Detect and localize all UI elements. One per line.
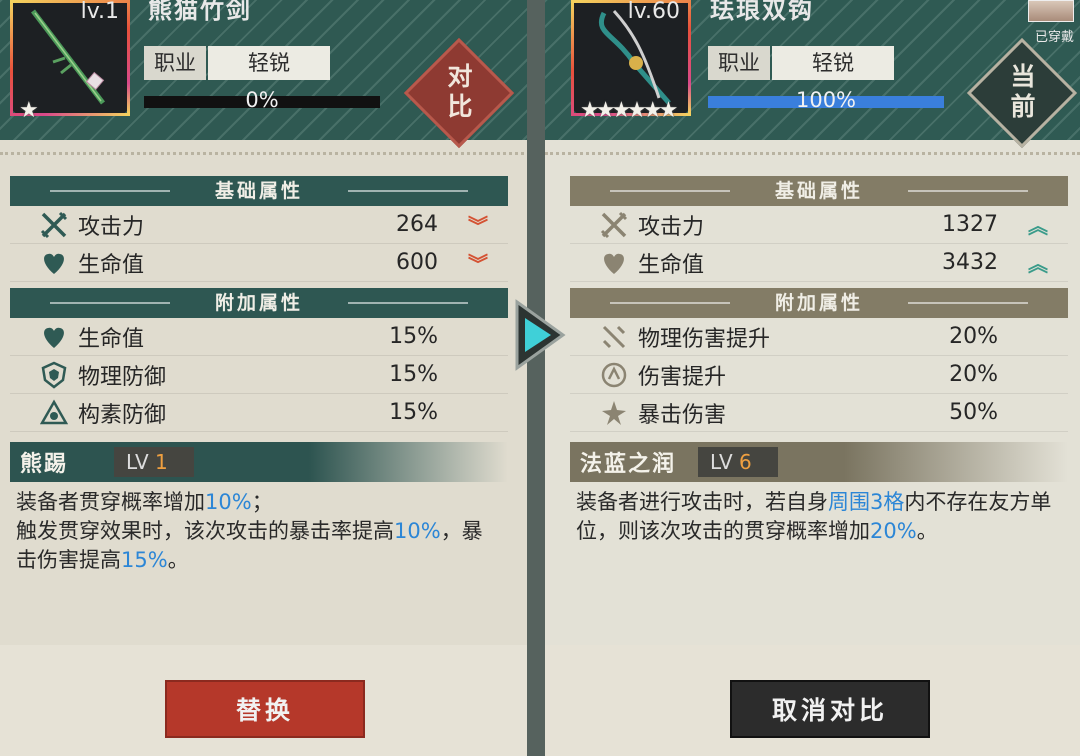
right-extra-stats: 附加属性 物理伤害提升 20% 伤害提升 20% 暴击伤害 50% (570, 288, 1068, 432)
replace-button[interactable]: 替换 (165, 680, 365, 738)
stat-value: 15% (389, 362, 438, 387)
stat-value: 50% (949, 400, 998, 425)
right-skill-name: 法蓝之润 (580, 452, 677, 477)
current-badge-label: 当前 (1010, 62, 1036, 121)
cancel-compare-button[interactable]: 取消对比 (730, 680, 930, 738)
right-extra-stat-row: 物理伤害提升 20% (570, 318, 1068, 356)
weapon-compare-screen: lv.1 ★ 熊猫竹剑 职业 轻锐 0% 对比 基础属性 攻击力 264 ︾ 生命值 6… (0, 0, 1080, 756)
left-skill-description: 装备者贯穿概率增加10%； 触发贯穿效果时，该次攻击的暴击率提高10%，暴击伤害… (16, 490, 483, 572)
right-skill-level: LV 6 (698, 447, 778, 477)
compare-badge-label: 对比 (447, 62, 473, 121)
right-weapon-panel: lv.60 ★★★★★★ 珐琅双钩 职业 轻锐 100% 已穿戴 当前 基础属性… (545, 0, 1080, 756)
left-weapon-name: 熊猫竹剑 (148, 0, 252, 24)
crit-damage-icon (602, 400, 626, 425)
stat-name: 生命值 (638, 252, 705, 278)
left-job-value: 轻锐 (208, 46, 330, 80)
right-weapon-portrait[interactable]: lv.60 ★★★★★★ (571, 0, 691, 123)
right-job-key: 职业 (708, 46, 770, 80)
left-weapon-panel: lv.1 ★ 熊猫竹剑 职业 轻锐 0% 对比 基础属性 攻击力 264 ︾ 生命值 6… (0, 0, 535, 756)
chevrons-up-icon: ︽ (1028, 214, 1048, 238)
stat-value: 1327 (942, 212, 998, 237)
left-extra-stat-row: 生命值 15% (10, 318, 508, 356)
left-stars: ★ (19, 98, 39, 123)
stat-value: 264 (396, 212, 438, 237)
left-skill: 熊踢 LV 1 装备者贯穿概率增加10%； 触发贯穿效果时，该次攻击的暴击率提高… (10, 442, 508, 575)
left-extra-stats: 附加属性 生命值 15% 物理防御 15% 构素防御 15% (10, 288, 508, 432)
right-extra-stat-row: 伤害提升 20% (570, 356, 1068, 394)
heart-icon (44, 253, 64, 274)
left-level: lv.1 (80, 0, 119, 24)
right-extra-header: 附加属性 (570, 288, 1068, 318)
stat-name: 物理防御 (78, 364, 167, 390)
right-skill-description: 装备者进行攻击时，若自身周围3格内不存在友方单位，则该次攻击的贯穿概率增加20%… (576, 490, 1052, 543)
left-base-stat-row: 攻击力 264 ︾ (10, 206, 508, 244)
right-level: lv.60 (627, 0, 680, 24)
right-base-header: 基础属性 (570, 176, 1068, 206)
damage-up-icon (601, 362, 627, 387)
stat-name: 暴击伤害 (638, 402, 727, 428)
left-header: lv.1 ★ 熊猫竹剑 职业 轻锐 0% 对比 (0, 0, 535, 149)
stat-value: 15% (389, 324, 438, 349)
left-base-stat-row: 生命值 600 ︾ (10, 244, 508, 282)
element-shield-icon (40, 398, 68, 424)
heart-icon (44, 327, 64, 348)
stat-name: 构素防御 (78, 402, 167, 428)
crossed-swords-icon (40, 211, 68, 238)
stat-name: 生命值 (78, 252, 145, 278)
right-base-stat-row: 生命值 3432 ︽ (570, 244, 1068, 282)
left-extra-stat-row: 物理防御 15% (10, 356, 508, 394)
stat-name: 攻击力 (638, 214, 705, 240)
stat-value: 600 (396, 250, 438, 275)
stat-name: 物理伤害提升 (638, 326, 771, 352)
physical-damage-icon (602, 325, 626, 348)
compare-arrow-icon (515, 299, 566, 371)
right-job: 职业 轻锐 (708, 46, 894, 80)
left-job-key: 职业 (144, 46, 206, 80)
left-base-header: 基础属性 (10, 176, 508, 206)
stat-value: 20% (949, 324, 998, 349)
left-progress-label: 0% (245, 88, 279, 112)
left-weapon-portrait[interactable]: lv.1 ★ (10, 0, 130, 123)
left-skill-level: LV 1 (114, 447, 194, 477)
right-extra-stat-row: 暴击伤害 50% (570, 394, 1068, 432)
worn-label: 已穿戴 (1034, 30, 1074, 45)
left-base-stats: 基础属性 攻击力 264 ︾ 生命值 600 ︾ (10, 176, 508, 282)
stat-value: 3432 (942, 250, 998, 275)
left-extra-stat-row: 构素防御 15% (10, 394, 508, 432)
stat-name: 生命值 (78, 326, 145, 352)
right-base-stats: 基础属性 攻击力 1327 ︽ 生命值 3432 ︽ (570, 176, 1068, 282)
stat-value: 20% (949, 362, 998, 387)
left-job: 职业 轻锐 (144, 46, 330, 80)
right-weapon-name: 珐琅双钩 (710, 0, 814, 24)
right-stars: ★★★★★★ (580, 98, 678, 123)
heart-icon (604, 253, 624, 274)
stat-value: 15% (389, 400, 438, 425)
crossed-swords-icon (600, 211, 628, 238)
chevrons-down-icon: ︾ (468, 214, 488, 238)
stat-name: 攻击力 (78, 214, 145, 240)
right-progress-label: 100% (795, 88, 857, 112)
shield-icon (41, 361, 67, 389)
chevrons-up-icon: ︽ (1028, 252, 1048, 276)
left-skill-name: 熊踢 (20, 452, 69, 477)
right-job-value: 轻锐 (772, 46, 894, 80)
stat-name: 伤害提升 (638, 364, 727, 390)
right-base-stat-row: 攻击力 1327 ︽ (570, 206, 1068, 244)
right-skill: 法蓝之润 LV 6 装备者进行攻击时，若自身周围3格内不存在友方单位，则该次攻击… (570, 442, 1068, 546)
chevrons-down-icon: ︾ (468, 252, 488, 276)
left-extra-header: 附加属性 (10, 288, 508, 318)
avatar (1028, 0, 1074, 22)
right-header: lv.60 ★★★★★★ 珐琅双钩 职业 轻锐 100% 已穿戴 当前 (545, 0, 1080, 149)
